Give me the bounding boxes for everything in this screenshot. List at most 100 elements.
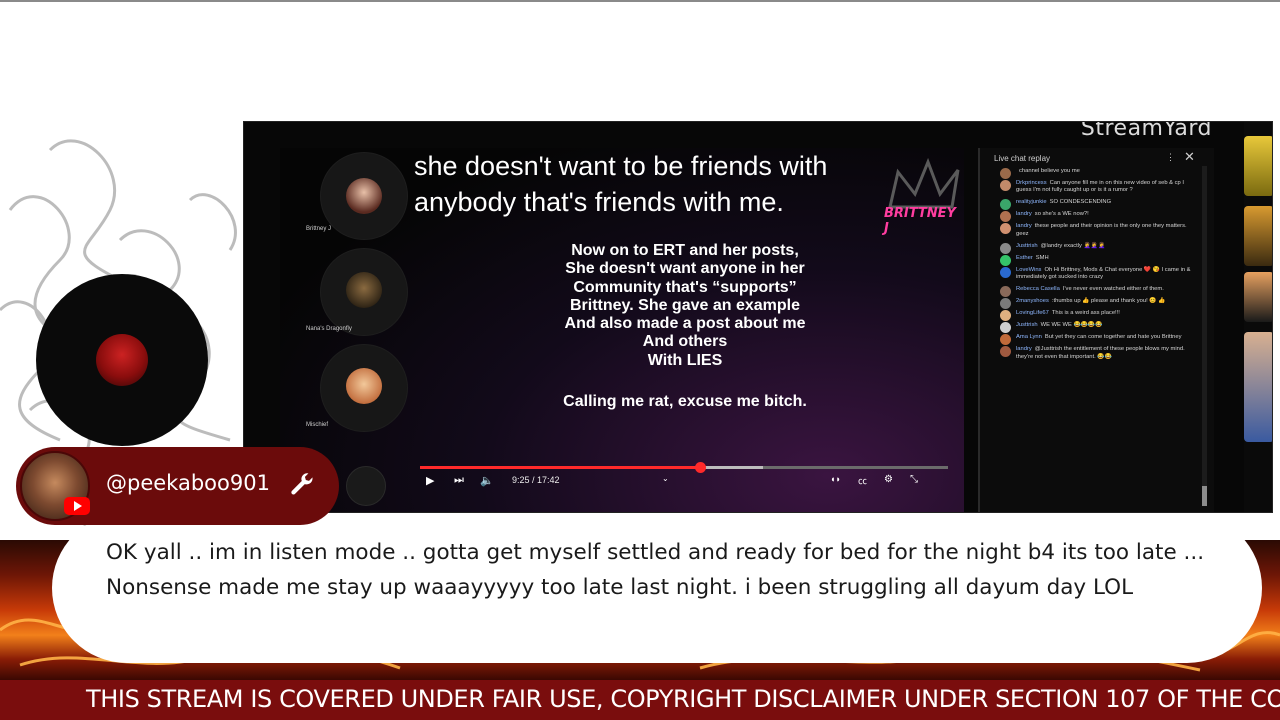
close-icon[interactable]: ✕: [1184, 149, 1195, 165]
camera-off-icon: [346, 466, 386, 506]
host-avatar-frame: [36, 274, 208, 446]
chat-message: Esther SMH: [990, 254, 1200, 266]
chat-message-list: channel believe you me Drkprincess Can any…: [990, 168, 1200, 366]
captions-icon[interactable]: ㏄: [858, 474, 867, 487]
chat-author[interactable]: Esther: [1016, 255, 1033, 261]
chat-message: LovingLife67 This is a weird ass place!!!: [990, 310, 1200, 322]
chat-message-text: WE WE WE 😂😂😂😂: [1040, 322, 1103, 329]
more-options-icon[interactable]: ⋮: [1166, 152, 1175, 163]
chat-replay-title[interactable]: Live chat replay: [994, 154, 1050, 163]
chat-message: Rebecca Casella I've never even watched e…: [990, 286, 1200, 298]
chat-author[interactable]: LoveWins: [1016, 267, 1041, 273]
participant-avatar: [346, 368, 382, 404]
comment-text: OK yall .. im in listen mode .. gotta ge…: [106, 540, 1205, 600]
chat-author[interactable]: 2manyshoes: [1016, 298, 1049, 304]
chat-message-text: SO CONDESCENDING: [1049, 199, 1112, 206]
chat-message: LoveWins Oh Hi Brittney, Mods & Chat ever…: [990, 266, 1200, 282]
thumbnail[interactable]: [1244, 136, 1272, 196]
slide-line: Brittney. She gave an example: [569, 296, 800, 314]
chat-message: landry these people and their opinion is …: [990, 223, 1200, 238]
seek-handle[interactable]: [694, 462, 706, 473]
slide-body: Now on to ERT and her posts, She doesn't…: [540, 242, 830, 370]
chat-avatar: [1000, 266, 1011, 278]
chat-author[interactable]: Justtrish: [1016, 322, 1038, 328]
chat-message: Ama Lynn But yet they can come together a…: [990, 334, 1200, 346]
commenter-username: @peekaboo901: [106, 471, 270, 495]
autoplay-toggle-icon[interactable]: ◖◗: [830, 474, 841, 484]
participant-name: Mischief: [306, 422, 329, 428]
slide-line: And also made a post about me: [564, 315, 806, 333]
slide-line: With LIES: [647, 351, 723, 369]
chat-avatar: [1000, 254, 1011, 266]
chat-author[interactable]: Justtrish: [1016, 243, 1038, 249]
chat-message: landry so she's a WE now?!: [990, 211, 1200, 223]
chat-avatar: [1000, 180, 1011, 191]
streamyard-logo: StreamYard: [1080, 122, 1212, 140]
chat-author[interactable]: landry: [1016, 211, 1032, 217]
chat-message-text: @landry exactly 🤦‍♀️🤦‍♀️🤦‍♀️: [1040, 242, 1106, 249]
chevron-down-icon[interactable]: ⌄: [662, 474, 669, 483]
chat-message-text: these people and their opinion is the on…: [1016, 223, 1187, 237]
participant-avatar: [346, 178, 382, 214]
chat-message-text: SMH: [1035, 254, 1049, 261]
chat-avatar: [1000, 322, 1011, 334]
brand-label: BRITTNEY J: [884, 206, 956, 236]
video-player[interactable]: Brittney J Nana's Dragonfly Mischief she…: [280, 148, 964, 512]
chat-avatar: [1000, 223, 1011, 235]
skip-next-icon[interactable]: ⏭: [454, 474, 464, 487]
commenter-pill: @peekaboo901: [16, 447, 339, 525]
chat-author[interactable]: Ama Lynn: [1016, 334, 1042, 340]
chat-author[interactable]: landry: [1016, 346, 1032, 352]
video-frame: StreamYard Brittney J Nana's Dragonfly M…: [243, 121, 1273, 513]
chat-author[interactable]: LovingLife67: [1016, 310, 1049, 316]
chat-message-text: channel believe you me: [1019, 168, 1080, 174]
chat-scroll-thumb[interactable]: [1202, 486, 1207, 506]
seek-progress: [420, 466, 700, 469]
chat-avatar: [1000, 334, 1011, 346]
fullscreen-exit-icon[interactable]: ⤡: [910, 474, 918, 485]
chat-avatar: [1000, 168, 1011, 179]
slide-heading: she doesn't want to be friends with anyb…: [414, 151, 828, 217]
chat-message: 2manyshoes:thumbs up 👍 please and thank …: [990, 298, 1200, 310]
slide-line: And others: [642, 333, 728, 351]
slide-line: Now on to ERT and her posts,: [571, 242, 799, 259]
chat-message: Drkprincess Can anyone fill me in on this…: [990, 180, 1200, 195]
ticker-text: THIS STREAM IS COVERED UNDER FAIR USE, C…: [86, 685, 1280, 713]
chat-avatar: [1000, 298, 1011, 310]
top-border: [0, 0, 1280, 2]
chat-avatar: [1000, 310, 1011, 322]
slide-line: Community that's “supports”: [573, 278, 797, 296]
chat-message-text: @Justtrish the entitlement of these peop…: [1016, 346, 1185, 360]
participant-avatar: [346, 272, 382, 308]
chat-scrollbar[interactable]: [1202, 166, 1207, 506]
chat-author[interactable]: Rebecca Casella: [1016, 286, 1060, 292]
chat-message-text: This is a weird ass place!!!: [1051, 310, 1120, 317]
seek-bar[interactable]: [420, 462, 948, 473]
wrench-icon: [291, 473, 313, 495]
playback-time: 9:25 / 17:42: [512, 475, 560, 485]
comment-card: OK yall .. im in listen mode .. gotta ge…: [52, 513, 1262, 663]
slide-footer: Calling me rat, excuse me bitch.: [563, 393, 807, 410]
thumbnail[interactable]: [1244, 332, 1272, 442]
host-avatar: [96, 334, 148, 386]
chat-author[interactable]: Drkprincess: [1016, 180, 1047, 186]
thumbnail[interactable]: [1244, 272, 1272, 322]
chat-message: Justtrish WE WE WE 😂😂😂😂: [990, 322, 1200, 334]
chat-avatar: [1000, 211, 1011, 223]
chat-avatar: [1000, 286, 1011, 298]
play-icon[interactable]: ▶: [426, 474, 434, 487]
volume-icon[interactable]: 🔈: [480, 474, 494, 487]
chat-message-text: I've never even watched either of them.: [1062, 286, 1164, 293]
chat-message-text: Oh Hi Brittney, Mods & Chat everyone ❤️ …: [1016, 266, 1191, 281]
chat-message: channel believe you me: [990, 168, 1200, 179]
chat-message: Justtrish @landry exactly 🤦‍♀️🤦‍♀️🤦‍♀️: [990, 242, 1200, 254]
chat-replay-panel: Live chat replay ⋮ ✕ channel believe you…: [978, 148, 1214, 512]
settings-icon[interactable]: ⚙: [884, 474, 893, 485]
disclaimer-ticker: THIS STREAM IS COVERED UNDER FAIR USE, C…: [0, 680, 1280, 720]
side-thumbnails: [1244, 122, 1272, 512]
chat-author[interactable]: landry: [1016, 223, 1032, 229]
thumbnail[interactable]: [1244, 206, 1272, 266]
youtube-icon: [64, 497, 90, 515]
chat-avatar: [1000, 242, 1011, 254]
chat-author[interactable]: realityjunkie: [1016, 199, 1047, 205]
